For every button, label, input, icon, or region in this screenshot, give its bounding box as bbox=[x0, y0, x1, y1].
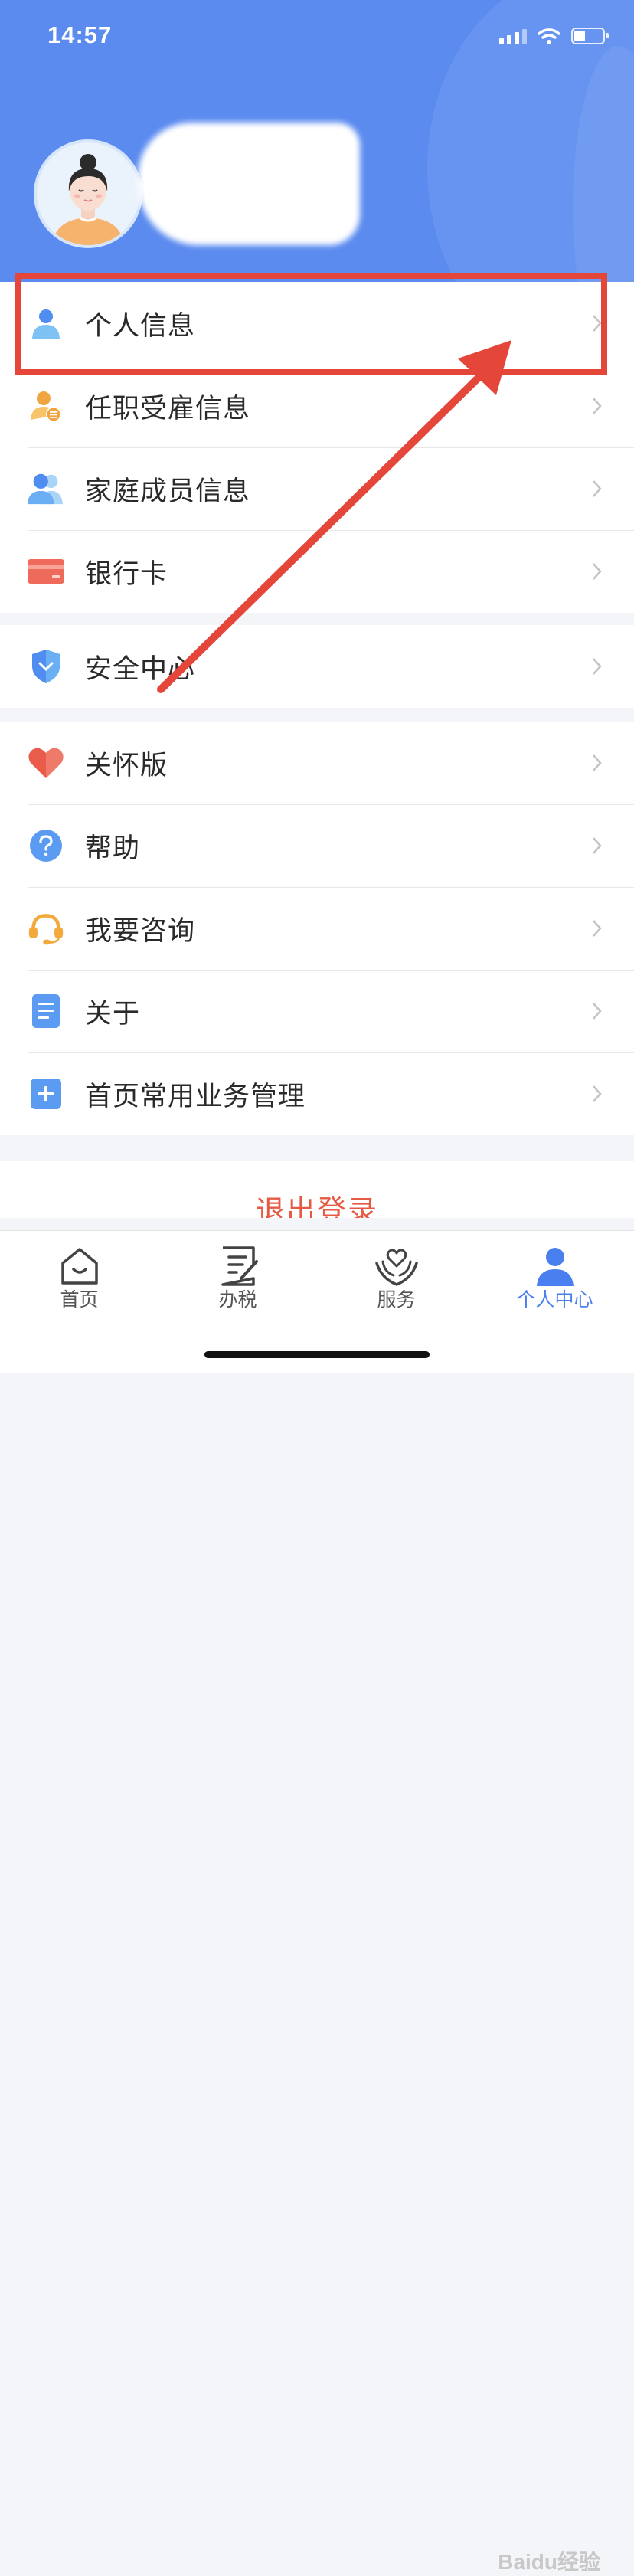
status-time: 14:57 bbox=[47, 21, 113, 48]
tab-label: 首页 bbox=[60, 1288, 99, 1311]
chevron-right-icon bbox=[593, 837, 602, 854]
menu-item-about[interactable]: 关于 bbox=[0, 970, 634, 1052]
employment-icon bbox=[28, 388, 64, 424]
profile-header: 14:57 bbox=[0, 0, 634, 282]
shield-icon bbox=[28, 648, 64, 685]
menu-item-home-shortcuts[interactable]: 首页常用业务管理 bbox=[0, 1052, 634, 1135]
chevron-right-icon bbox=[593, 920, 602, 937]
headset-icon bbox=[28, 910, 64, 947]
avatar[interactable] bbox=[34, 139, 142, 248]
battery-icon bbox=[571, 28, 609, 44]
document-icon bbox=[28, 993, 64, 1029]
home-icon bbox=[60, 1248, 98, 1285]
tab-home[interactable]: 首页 bbox=[0, 1231, 158, 1315]
menu-section-other: 关怀版 帮助 我要咨询 关于 首页常用业务管理 bbox=[0, 722, 634, 1135]
chevron-right-icon bbox=[593, 563, 602, 580]
menu-item-label: 我要咨询 bbox=[85, 915, 196, 947]
menu-item-label: 任职受雇信息 bbox=[85, 393, 251, 424]
menu-section-security: 安全中心 bbox=[0, 625, 634, 708]
female-avatar-icon bbox=[37, 142, 139, 245]
bank-card-icon bbox=[28, 553, 64, 590]
chevron-right-icon bbox=[593, 1085, 602, 1102]
chevron-right-icon bbox=[593, 480, 602, 497]
add-icon bbox=[28, 1075, 64, 1112]
logout-label: 退出登录 bbox=[255, 1194, 378, 1218]
watermark: Baidu经验 bbox=[498, 2550, 600, 2574]
tab-label: 办税 bbox=[218, 1288, 257, 1311]
tab-personal-center[interactable]: 个人中心 bbox=[476, 1231, 634, 1315]
user-center-icon bbox=[536, 1248, 574, 1286]
chevron-right-icon bbox=[593, 658, 602, 675]
tab-service[interactable]: 服务 bbox=[317, 1231, 476, 1315]
highlight-box bbox=[15, 273, 607, 375]
menu-item-consult[interactable]: 我要咨询 bbox=[0, 887, 634, 970]
menu-item-security-center[interactable]: 安全中心 bbox=[0, 625, 634, 708]
help-icon bbox=[28, 827, 64, 864]
menu-item-label: 家庭成员信息 bbox=[85, 476, 251, 507]
chevron-right-icon bbox=[593, 398, 602, 414]
menu-item-label: 关怀版 bbox=[85, 750, 168, 781]
menu-item-label: 帮助 bbox=[85, 833, 141, 864]
menu-item-label: 关于 bbox=[85, 998, 141, 1029]
logout-button[interactable]: 退出登录 bbox=[0, 1161, 634, 1218]
username-redacted bbox=[138, 123, 360, 245]
chevron-right-icon bbox=[593, 754, 602, 771]
heart-icon bbox=[28, 745, 64, 781]
menu-item-label: 银行卡 bbox=[85, 558, 168, 590]
signal-icon bbox=[499, 28, 527, 44]
status-icons bbox=[499, 28, 609, 44]
service-heart-icon bbox=[374, 1249, 418, 1286]
menu-item-help[interactable]: 帮助 bbox=[0, 804, 634, 887]
family-icon bbox=[28, 470, 64, 507]
menu-item-family-info[interactable]: 家庭成员信息 bbox=[0, 447, 634, 530]
tab-tax[interactable]: 办税 bbox=[158, 1231, 317, 1315]
tab-label: 个人中心 bbox=[516, 1288, 593, 1311]
wifi-icon bbox=[538, 28, 560, 44]
tax-form-icon bbox=[221, 1246, 258, 1286]
menu-item-employment-info[interactable]: 任职受雇信息 bbox=[0, 365, 634, 447]
menu-item-bank-card[interactable]: 银行卡 bbox=[0, 530, 634, 613]
menu-item-label: 安全中心 bbox=[85, 653, 196, 685]
tab-label: 服务 bbox=[377, 1288, 416, 1311]
menu-item-care-mode[interactable]: 关怀版 bbox=[0, 722, 634, 804]
home-indicator[interactable] bbox=[204, 1351, 430, 1358]
menu-item-label: 首页常用业务管理 bbox=[85, 1081, 306, 1112]
chevron-right-icon bbox=[593, 1003, 602, 1020]
